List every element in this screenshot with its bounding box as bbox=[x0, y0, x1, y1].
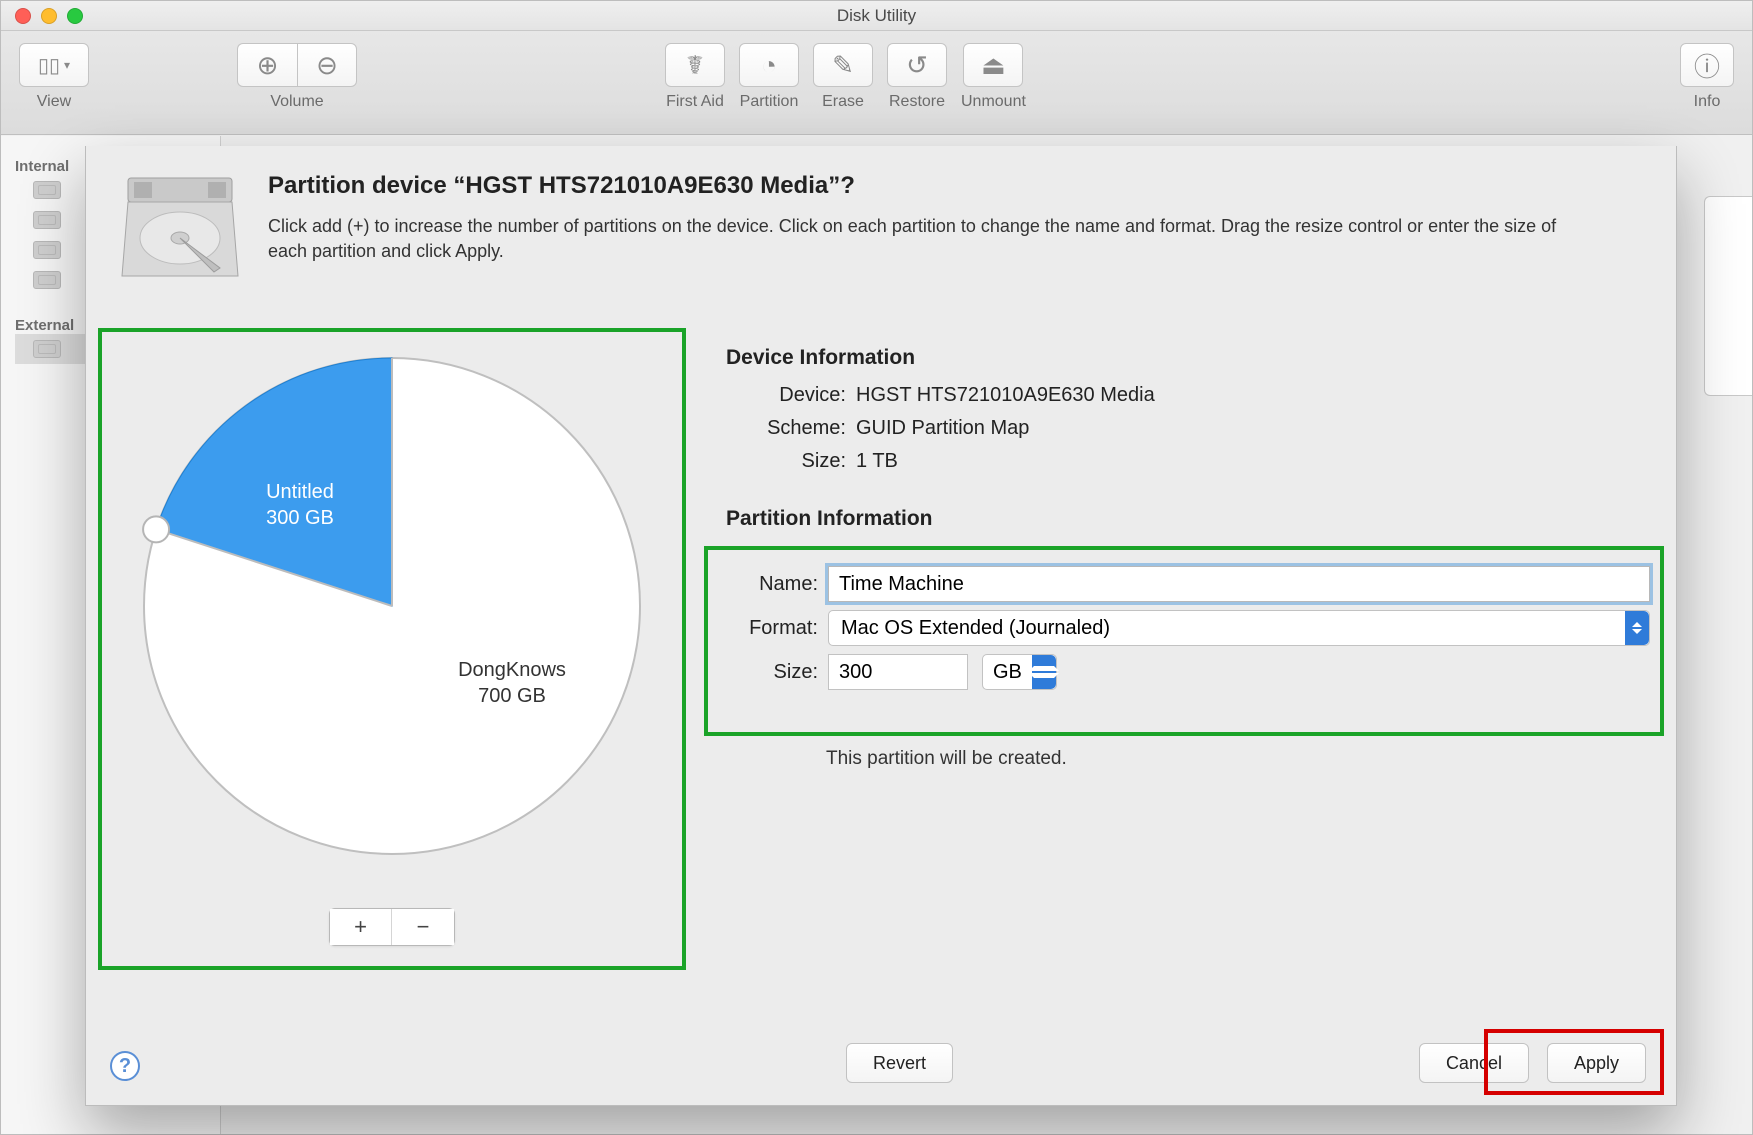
restore-button[interactable]: ↺ bbox=[887, 43, 947, 87]
add-partition-button[interactable]: + bbox=[330, 909, 392, 945]
drive-icon bbox=[33, 241, 61, 259]
sheet-title: Partition device “HGST HTS721010A9E630 M… bbox=[268, 172, 1568, 200]
volume-add-button[interactable]: ⊕ bbox=[237, 43, 297, 87]
total-size-label: Size: bbox=[726, 450, 856, 473]
device-label: Device: bbox=[726, 384, 856, 407]
partition-sheet: Partition device “HGST HTS721010A9E630 M… bbox=[85, 146, 1677, 1106]
format-label: Format: bbox=[718, 617, 828, 640]
close-window-button[interactable] bbox=[15, 8, 31, 24]
scheme-value: GUID Partition Map bbox=[856, 417, 1029, 440]
erase-button[interactable]: ✎ bbox=[813, 43, 873, 87]
chevron-updown-icon bbox=[1625, 611, 1649, 645]
pie-label-untitled: Untitled bbox=[266, 481, 334, 503]
window-controls bbox=[15, 8, 83, 24]
drive-icon bbox=[33, 340, 61, 358]
detail-panel-edge bbox=[1704, 196, 1752, 396]
size-label: Size: bbox=[718, 661, 828, 684]
revert-button[interactable]: Revert bbox=[846, 1043, 953, 1083]
size-unit-value: GB bbox=[983, 661, 1032, 684]
info-label: Info bbox=[1694, 93, 1721, 111]
partition-add-remove: + − bbox=[329, 908, 455, 946]
window-title: Disk Utility bbox=[1, 6, 1752, 26]
device-info-section: Device Information Device:HGST HTS721010… bbox=[726, 346, 1652, 545]
first-aid-label: First Aid bbox=[666, 93, 724, 111]
info-button[interactable]: ⓘ bbox=[1680, 43, 1734, 87]
partition-info-section: Name: Format: Mac OS Extended (Journaled… bbox=[704, 546, 1664, 736]
device-value: HGST HTS721010A9E630 Media bbox=[856, 384, 1155, 407]
partition-button[interactable]: ◔ bbox=[739, 43, 799, 87]
scheme-label: Scheme: bbox=[726, 417, 856, 440]
sidebar-icon: ▯▯ ▾ bbox=[38, 53, 70, 78]
partition-size-input[interactable] bbox=[828, 654, 968, 690]
drive-icon bbox=[33, 211, 61, 229]
toolbar: ▯▯ ▾ View ⊕ ⊖ Volume ☤ First Aid ◔ Parti… bbox=[1, 31, 1752, 135]
stethoscope-icon: ☤ bbox=[686, 50, 703, 81]
first-aid-button[interactable]: ☤ bbox=[665, 43, 725, 87]
format-value: Mac OS Extended (Journaled) bbox=[841, 617, 1110, 640]
volume-label: Volume bbox=[270, 93, 323, 111]
unmount-label: Unmount bbox=[961, 93, 1026, 111]
pie-sub-untitled: 300 GB bbox=[266, 507, 334, 529]
partition-status-text: This partition will be created. bbox=[826, 748, 1067, 770]
info-icon: ⓘ bbox=[1694, 47, 1720, 84]
titlebar: Disk Utility bbox=[1, 1, 1752, 31]
size-unit-select[interactable]: GB bbox=[982, 654, 1057, 690]
disk-utility-window: Disk Utility ▯▯ ▾ View ⊕ ⊖ Volume ☤ Firs… bbox=[0, 0, 1753, 1135]
partition-name-input[interactable] bbox=[828, 566, 1650, 602]
view-button[interactable]: ▯▯ ▾ bbox=[19, 43, 89, 87]
pie-icon: ◔ bbox=[761, 50, 777, 81]
name-label: Name: bbox=[718, 573, 828, 596]
help-button[interactable]: ? bbox=[110, 1051, 140, 1081]
partition-pie-area: Untitled 300 GB DongKnows 700 GB + − bbox=[98, 328, 686, 970]
drive-icon bbox=[33, 181, 61, 199]
unmount-button[interactable]: ⏏ bbox=[963, 43, 1023, 87]
erase-label: Erase bbox=[822, 93, 864, 111]
resize-handle[interactable] bbox=[143, 516, 169, 542]
apply-button[interactable]: Apply bbox=[1547, 1043, 1646, 1083]
format-select[interactable]: Mac OS Extended (Journaled) bbox=[828, 610, 1650, 646]
zoom-window-button[interactable] bbox=[67, 8, 83, 24]
sheet-instructions: Click add (+) to increase the number of … bbox=[268, 214, 1568, 264]
total-size-value: 1 TB bbox=[856, 450, 898, 473]
erase-icon: ✎ bbox=[832, 50, 854, 81]
restore-icon: ↺ bbox=[906, 50, 928, 81]
partition-pie-chart[interactable]: Untitled 300 GB DongKnows 700 GB bbox=[132, 346, 652, 866]
volume-remove-button[interactable]: ⊖ bbox=[297, 43, 357, 87]
minimize-window-button[interactable] bbox=[41, 8, 57, 24]
restore-label: Restore bbox=[889, 93, 945, 111]
view-label: View bbox=[37, 93, 71, 111]
volume-segment: ⊕ ⊖ bbox=[237, 43, 357, 87]
pie-sub-dongknows: 700 GB bbox=[478, 685, 546, 707]
sheet-header: Partition device “HGST HTS721010A9E630 M… bbox=[86, 146, 1676, 282]
cancel-button[interactable]: Cancel bbox=[1419, 1043, 1529, 1083]
partition-label: Partition bbox=[740, 93, 799, 111]
device-info-heading: Device Information bbox=[726, 346, 1652, 370]
hard-drive-icon bbox=[120, 172, 240, 282]
remove-partition-button[interactable]: − bbox=[392, 909, 454, 945]
volume-add-icon: ⊕ bbox=[257, 50, 279, 81]
partition-info-heading: Partition Information bbox=[726, 507, 1652, 531]
drive-icon bbox=[33, 271, 61, 289]
volume-remove-icon: ⊖ bbox=[316, 50, 338, 81]
eject-icon: ⏏ bbox=[981, 50, 1006, 81]
pie-label-dongknows: DongKnows bbox=[458, 659, 566, 681]
chevron-updown-icon bbox=[1032, 655, 1056, 689]
